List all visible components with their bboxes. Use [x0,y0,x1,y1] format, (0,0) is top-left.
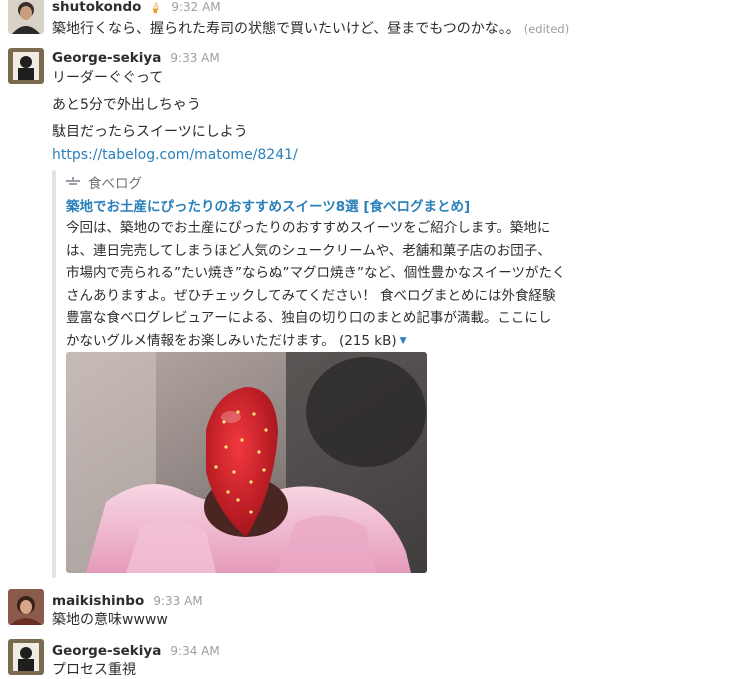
attachment-title[interactable]: 築地でお土産にぴったりのおすすめスイーツ8選 [食べログまとめ] [66,195,470,215]
message-text: リーダーぐぐって [52,70,164,86]
avatar[interactable] [8,0,44,34]
ice-cream-icon: 🍦 [148,1,163,14]
author-name[interactable]: shutokondo [52,0,141,15]
message-text: あと5分で外出しちゃう [52,97,201,113]
edited-label: (edited) [523,22,570,36]
message-text: 築地の意味wwww [52,612,168,628]
description-line: さんありますよ。ぜひチェックしてみてください！ 食べログまとめには外食経験 [66,287,556,304]
caret-down-icon[interactable]: ▼ [400,330,407,353]
description-line: 今回は、築地のでお土産にぴったりのおすすめスイーツをご紹介します。築地に [66,220,551,236]
attachment-bar [52,170,56,578]
timestamp[interactable]: 9:33 AM [170,51,219,65]
description-line: 市場内で売られる”たい焼き”ならぬ”マグロ焼き”など、個性豊かなスイーツがたく [66,265,566,281]
description-text: かないグルメ情報をお楽しみいただけます。 [66,332,335,349]
message-link[interactable]: https://tabelog.com/matome/8241/ [52,147,298,163]
file-size: (215 kB) [338,332,397,349]
avatar[interactable] [8,639,44,675]
message-line: 築地行くなら、握られた寿司の状態で買いたいけど、昼までもつのかな。。 [52,21,520,37]
avatar[interactable] [8,589,44,625]
tabelog-icon [66,175,80,185]
timestamp[interactable]: 9:32 AM [171,0,220,14]
attachment-service: 食べログ [66,172,142,192]
avatar[interactable] [8,48,44,84]
message-text: 築地行くなら、握られた寿司の状態で買いたいけど、昼までもつのかな。。 (edite… [52,20,569,38]
message-text: プロセス重視 [52,662,136,678]
timestamp[interactable]: 9:34 AM [170,644,219,658]
attachment-description: 今回は、築地のでお土産にぴったりのおすすめスイーツをご紹介します。築地に は、連… [66,217,566,352]
description-line: 豊富な食べログレビュアーによる、独自の切り口のまとめ記事が満載。ここにし [66,310,552,326]
timestamp[interactable]: 9:33 AM [153,594,202,608]
author-name[interactable]: George-sekiya [52,643,161,659]
service-name: 食べログ [88,176,142,192]
author-name[interactable]: George-sekiya [52,50,161,66]
message-text: 駄目だったらスイーツにしよう [52,124,248,140]
description-line: かないグルメ情報をお楽しみいただけます。 (215 kB) ▼ [66,330,566,353]
attachment-image[interactable] [66,352,427,573]
description-line: は、連日完売してしまうほど人気のシュークリームや、老舗和菓子店のお団子、 [66,242,551,259]
author-name[interactable]: maikishinbo [52,593,144,609]
